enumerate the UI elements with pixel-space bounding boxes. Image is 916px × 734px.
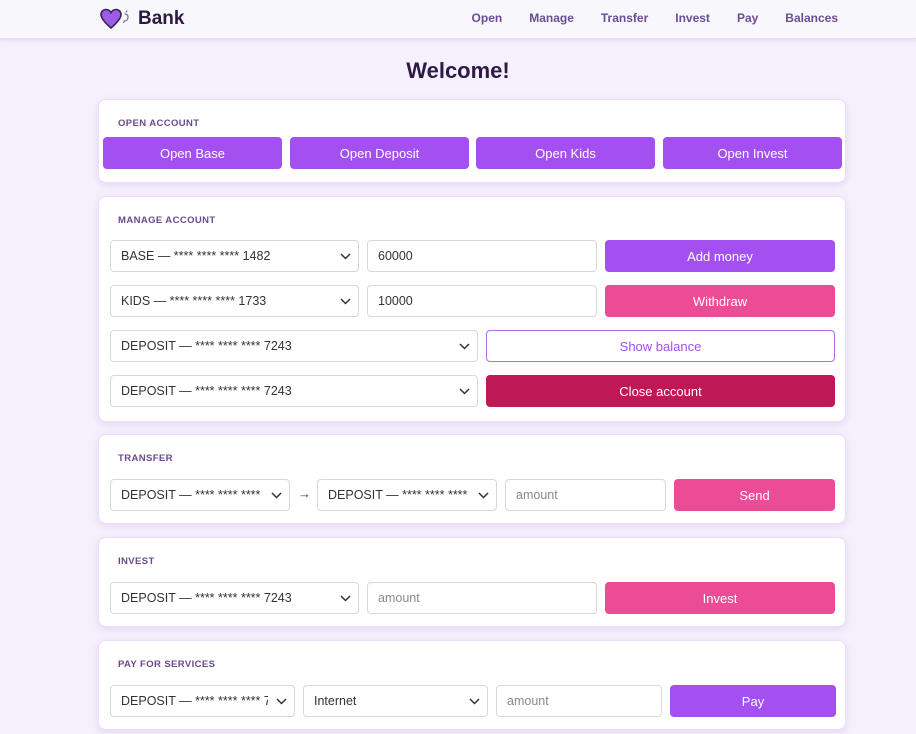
manage-account-select-2[interactable]: KIDS — **** **** **** 1733	[110, 285, 359, 317]
nav-invest[interactable]: Invest	[675, 11, 710, 25]
chevron-down-icon	[332, 252, 358, 260]
manage-account-card: MANAGE ACCOUNT BASE — **** **** **** 148…	[98, 196, 846, 422]
add-money-button[interactable]: Add money	[605, 240, 835, 272]
pay-service-select[interactable]: Internet	[303, 685, 488, 717]
nav-transfer[interactable]: Transfer	[601, 11, 648, 25]
chevron-down-icon	[470, 491, 496, 499]
heart-logo-icon	[100, 8, 129, 30]
nav-manage[interactable]: Manage	[529, 11, 574, 25]
chevron-down-icon	[451, 387, 477, 395]
brand[interactable]: Bank	[100, 7, 184, 31]
open-invest-button[interactable]: Open Invest	[663, 137, 842, 169]
top-navbar: Bank Open Manage Transfer Invest Pay Bal…	[0, 0, 916, 39]
open-account-card: OPEN ACCOUNT Open Base Open Deposit Open…	[98, 99, 846, 183]
nav-pay[interactable]: Pay	[737, 11, 758, 25]
close-account-button[interactable]: Close account	[486, 375, 835, 407]
nav-balances[interactable]: Balances	[785, 11, 838, 25]
open-base-button[interactable]: Open Base	[103, 137, 282, 169]
transfer-card: TRANSFER DEPOSIT — **** **** **** 7243 →…	[98, 434, 846, 524]
show-balance-button[interactable]: Show balance	[486, 330, 835, 362]
chevron-down-icon	[461, 697, 487, 705]
select-value: DEPOSIT — **** **** **** 7243	[121, 694, 268, 708]
manage-account-select-1[interactable]: BASE — **** **** **** 1482	[110, 240, 359, 272]
invest-account-select[interactable]: DEPOSIT — **** **** **** 7243	[110, 582, 359, 614]
select-value: DEPOSIT — **** **** **** 7243	[121, 591, 292, 605]
chevron-down-icon	[263, 491, 289, 499]
amount-field-1[interactable]: 60000	[367, 240, 597, 272]
open-kids-button[interactable]: Open Kids	[476, 137, 655, 169]
chevron-down-icon	[268, 697, 294, 705]
transfer-title: TRANSFER	[118, 453, 173, 464]
open-deposit-button[interactable]: Open Deposit	[290, 137, 469, 169]
invest-amount-input[interactable]: amount	[367, 582, 597, 614]
pay-card: PAY FOR SERVICES DEPOSIT — **** **** ***…	[98, 640, 846, 730]
pay-amount-input[interactable]: amount	[496, 685, 662, 717]
transfer-from-select[interactable]: DEPOSIT — **** **** **** 7243	[110, 479, 290, 511]
page-title: Welcome!	[406, 58, 510, 83]
chevron-down-icon	[332, 594, 358, 602]
invest-button[interactable]: Invest	[605, 582, 835, 614]
withdraw-button[interactable]: Withdraw	[605, 285, 835, 317]
open-account-title: OPEN ACCOUNT	[118, 118, 200, 129]
transfer-to-select[interactable]: DEPOSIT — **** **** **** 7243	[317, 479, 497, 511]
main-nav: Open Manage Transfer Invest Pay Balances	[472, 11, 838, 25]
select-value: DEPOSIT — **** **** **** 7243	[328, 488, 470, 502]
nav-open[interactable]: Open	[472, 11, 503, 25]
invest-title: INVEST	[118, 556, 155, 567]
manage-account-title: MANAGE ACCOUNT	[118, 215, 216, 226]
pay-account-select[interactable]: DEPOSIT — **** **** **** 7243	[110, 685, 295, 717]
invest-card: INVEST DEPOSIT — **** **** **** 7243 amo…	[98, 537, 846, 627]
amount-field-2[interactable]: 10000	[367, 285, 597, 317]
select-value: DEPOSIT — **** **** **** 7243	[121, 488, 263, 502]
select-value: BASE — **** **** **** 1482	[121, 249, 271, 263]
chevron-down-icon	[451, 342, 477, 350]
brand-name: Bank	[138, 8, 185, 29]
transfer-amount-input[interactable]: amount	[505, 479, 666, 511]
arrow-right-icon: →	[298, 486, 311, 501]
select-value: DEPOSIT — **** **** **** 7243	[121, 384, 292, 398]
select-value: DEPOSIT — **** **** **** 7243	[121, 339, 292, 353]
pay-button[interactable]: Pay	[670, 685, 836, 717]
chevron-down-icon	[332, 297, 358, 305]
select-value: Internet	[314, 694, 357, 708]
manage-account-select-4[interactable]: DEPOSIT — **** **** **** 7243	[110, 375, 478, 407]
send-button[interactable]: Send	[674, 479, 835, 511]
select-value: KIDS — **** **** **** 1733	[121, 294, 267, 308]
manage-account-select-3[interactable]: DEPOSIT — **** **** **** 7243	[110, 330, 478, 362]
pay-title: PAY FOR SERVICES	[118, 659, 216, 670]
